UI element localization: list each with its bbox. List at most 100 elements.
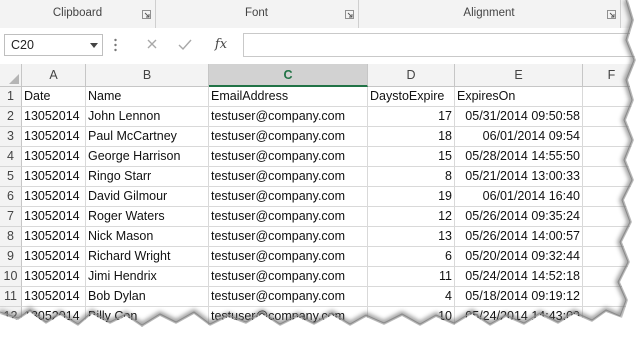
cell-c1[interactable]: EmailAddress xyxy=(209,87,368,107)
column-header-c[interactable]: C xyxy=(209,64,368,87)
column-header-a[interactable]: A xyxy=(22,64,86,87)
name-box[interactable]: C20 xyxy=(4,34,103,56)
cell-b1[interactable]: Name xyxy=(86,87,209,107)
cell-c4[interactable]: testuser@company.com xyxy=(209,147,368,167)
cell-f12[interactable] xyxy=(583,307,640,327)
alignment-launcher-icon[interactable] xyxy=(607,10,616,19)
cell-b2[interactable]: John Lennon xyxy=(86,107,209,127)
fx-icon[interactable]: fx xyxy=(212,37,230,53)
cell-a8[interactable]: 13052014 xyxy=(22,227,86,247)
cell-c11[interactable]: testuser@company.com xyxy=(209,287,368,307)
cell-a7[interactable]: 13052014 xyxy=(22,207,86,227)
cell-a12[interactable]: 13052014 xyxy=(22,307,86,327)
cell-d3[interactable]: 18 xyxy=(368,127,455,147)
row-header[interactable]: 1 xyxy=(0,87,22,107)
cell-e9[interactable]: 05/20/2014 09:32:44 xyxy=(455,247,583,267)
cell-c7[interactable]: testuser@company.com xyxy=(209,207,368,227)
cell-a3[interactable]: 13052014 xyxy=(22,127,86,147)
cell-f9[interactable] xyxy=(583,247,640,267)
cell-e3[interactable]: 06/01/2014 09:54 xyxy=(455,127,583,147)
row-header[interactable]: 6 xyxy=(0,187,22,207)
cell-d10[interactable]: 11 xyxy=(368,267,455,287)
cell-c5[interactable]: testuser@company.com xyxy=(209,167,368,187)
row-header[interactable]: 8 xyxy=(0,227,22,247)
cell-b4[interactable]: George Harrison xyxy=(86,147,209,167)
font-launcher-icon[interactable] xyxy=(345,10,354,19)
row-header[interactable]: 5 xyxy=(0,167,22,187)
row-header[interactable]: 4 xyxy=(0,147,22,167)
cell-d4[interactable]: 15 xyxy=(368,147,455,167)
row-header[interactable]: 9 xyxy=(0,247,22,267)
cell-f4[interactable] xyxy=(583,147,640,167)
cell-d7[interactable]: 12 xyxy=(368,207,455,227)
cell-e10[interactable]: 05/24/2014 14:52:18 xyxy=(455,267,583,287)
cell-b7[interactable]: Roger Waters xyxy=(86,207,209,227)
cell-a2[interactable]: 13052014 xyxy=(22,107,86,127)
cell-b6[interactable]: David Gilmour xyxy=(86,187,209,207)
cell-c2[interactable]: testuser@company.com xyxy=(209,107,368,127)
cell-e12[interactable]: 05/24/2014 14:43:09 xyxy=(455,307,583,327)
cell-b5[interactable]: Ringo Starr xyxy=(86,167,209,187)
cell-f11[interactable] xyxy=(583,287,640,307)
cell-f7[interactable] xyxy=(583,207,640,227)
cell-f8[interactable] xyxy=(583,227,640,247)
close-icon[interactable] xyxy=(143,37,161,53)
cell-c3[interactable]: testuser@company.com xyxy=(209,127,368,147)
cell-d2[interactable]: 17 xyxy=(368,107,455,127)
cell-f3[interactable] xyxy=(583,127,640,147)
row-header[interactable]: 3 xyxy=(0,127,22,147)
cell-a11[interactable]: 13052014 xyxy=(22,287,86,307)
cell-f10[interactable] xyxy=(583,267,640,287)
cell-a10[interactable]: 13052014 xyxy=(22,267,86,287)
cell-a4[interactable]: 13052014 xyxy=(22,147,86,167)
cell-c10[interactable]: testuser@company.com xyxy=(209,267,368,287)
cell-e11[interactable]: 05/18/2014 09:19:12 xyxy=(455,287,583,307)
cell-b10[interactable]: Jimi Hendrix xyxy=(86,267,209,287)
cell-c8[interactable]: testuser@company.com xyxy=(209,227,368,247)
column-header-f[interactable]: F xyxy=(583,64,640,87)
cell-d6[interactable]: 19 xyxy=(368,187,455,207)
cell-e7[interactable]: 05/26/2014 09:35:24 xyxy=(455,207,583,227)
clipboard-launcher-icon[interactable] xyxy=(142,10,151,19)
cell-a9[interactable]: 13052014 xyxy=(22,247,86,267)
cell-f6[interactable] xyxy=(583,187,640,207)
cell-b11[interactable]: Bob Dylan xyxy=(86,287,209,307)
cell-e4[interactable]: 05/28/2014 14:55:50 xyxy=(455,147,583,167)
row-header[interactable]: 2 xyxy=(0,107,22,127)
cell-c9[interactable]: testuser@company.com xyxy=(209,247,368,267)
formula-input[interactable] xyxy=(243,33,640,57)
cell-d8[interactable]: 13 xyxy=(368,227,455,247)
cell-d9[interactable]: 6 xyxy=(368,247,455,267)
check-icon[interactable] xyxy=(176,37,194,53)
cell-e2[interactable]: 05/31/2014 09:50:58 xyxy=(455,107,583,127)
column-header-d[interactable]: D xyxy=(368,64,455,87)
cell-d11[interactable]: 4 xyxy=(368,287,455,307)
cell-c12[interactable]: testuser@company.com xyxy=(209,307,368,327)
row-header[interactable]: 10 xyxy=(0,267,22,287)
column-header-e[interactable]: E xyxy=(455,64,583,87)
row-header[interactable]: 11 xyxy=(0,287,22,307)
cell-b9[interactable]: Richard Wright xyxy=(86,247,209,267)
cell-d5[interactable]: 8 xyxy=(368,167,455,187)
cell-e8[interactable]: 05/26/2014 14:00:57 xyxy=(455,227,583,247)
cell-f5[interactable] xyxy=(583,167,640,187)
cell-e5[interactable]: 05/21/2014 13:00:33 xyxy=(455,167,583,187)
chevron-down-icon[interactable] xyxy=(90,43,98,48)
cell-b12[interactable]: Billy Con xyxy=(86,307,209,327)
cell-a1[interactable]: Date xyxy=(22,87,86,107)
column-header-b[interactable]: B xyxy=(86,64,209,87)
row-header[interactable]: 12 xyxy=(0,307,22,327)
select-all-button[interactable] xyxy=(0,64,22,87)
cell-b8[interactable]: Nick Mason xyxy=(86,227,209,247)
cell-f1[interactable] xyxy=(583,87,640,107)
cell-e1[interactable]: ExpiresOn xyxy=(455,87,583,107)
cell-f2[interactable] xyxy=(583,107,640,127)
cell-a5[interactable]: 13052014 xyxy=(22,167,86,187)
cell-a6[interactable]: 13052014 xyxy=(22,187,86,207)
cell-d12[interactable]: 10 xyxy=(368,307,455,327)
cell-d1[interactable]: DaystoExpire xyxy=(368,87,455,107)
more-options-icon[interactable] xyxy=(114,37,117,53)
row-header[interactable]: 7 xyxy=(0,207,22,227)
cell-e6[interactable]: 06/01/2014 16:40 xyxy=(455,187,583,207)
cell-c6[interactable]: testuser@company.com xyxy=(209,187,368,207)
